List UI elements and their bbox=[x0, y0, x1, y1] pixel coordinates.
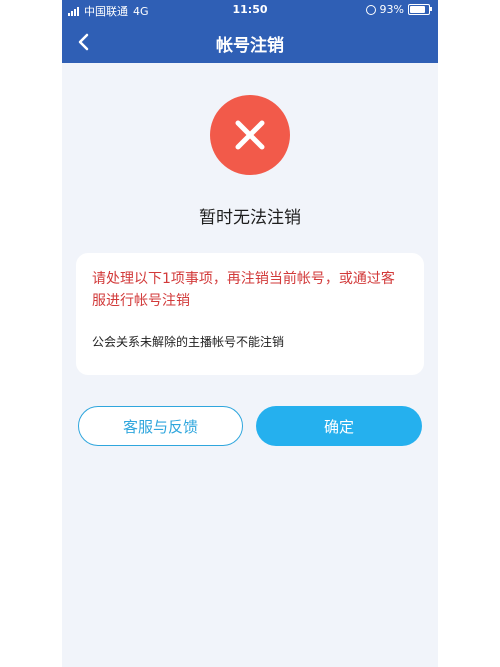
info-card: 请处理以下1项事项，再注销当前帐号，或通过客服进行帐号注销 公会关系未解除的主播… bbox=[76, 253, 424, 375]
rotation-lock-icon bbox=[365, 4, 376, 15]
result-title: 暂时无法注销 bbox=[199, 208, 301, 228]
nav-bar: 帐号注销 bbox=[62, 20, 438, 63]
page-title: 帐号注销 bbox=[216, 36, 284, 56]
confirm-button[interactable]: 确定 bbox=[256, 406, 422, 446]
battery-percent: 93% bbox=[379, 3, 404, 16]
error-x-icon bbox=[210, 95, 290, 175]
status-bar: 中国联通 4G 11:50 93% bbox=[62, 0, 438, 20]
issue-item: 公会关系未解除的主播帐号不能注销 bbox=[92, 335, 285, 349]
customer-service-feedback-button[interactable]: 客服与反馈 bbox=[78, 406, 243, 446]
app-screen: 中国联通 4G 11:50 93% 帐号注销 暂时无法注销 请处理以下1项事项，… bbox=[62, 0, 438, 667]
battery-icon bbox=[408, 4, 432, 15]
warning-message: 请处理以下1项事项，再注销当前帐号，或通过客服进行帐号注销 bbox=[92, 271, 395, 309]
status-right: 93% bbox=[365, 3, 432, 16]
